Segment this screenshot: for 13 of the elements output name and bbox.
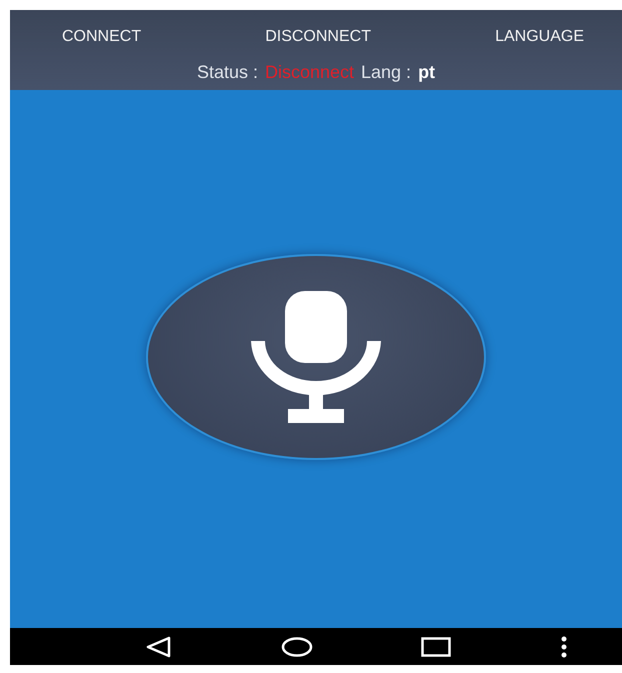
menu-icon: [560, 636, 568, 658]
toolbar-button[interactable]: LANGUAGE: [491, 26, 588, 48]
toolbar-button[interactable]: CONNECT: [58, 26, 146, 48]
toolbar-button[interactable]: DISCONNECT: [261, 26, 375, 48]
status-value: Disconnect: [264, 62, 354, 82]
lang-value: pt: [418, 62, 436, 82]
back-icon: [144, 634, 172, 658]
lang-label: Lang :: [361, 62, 412, 82]
home-icon: [280, 636, 313, 658]
microphone-icon: [251, 291, 381, 423]
recents-icon: [421, 636, 452, 656]
nav-button[interactable]: [419, 634, 454, 658]
status-label: Status :: [196, 62, 258, 82]
